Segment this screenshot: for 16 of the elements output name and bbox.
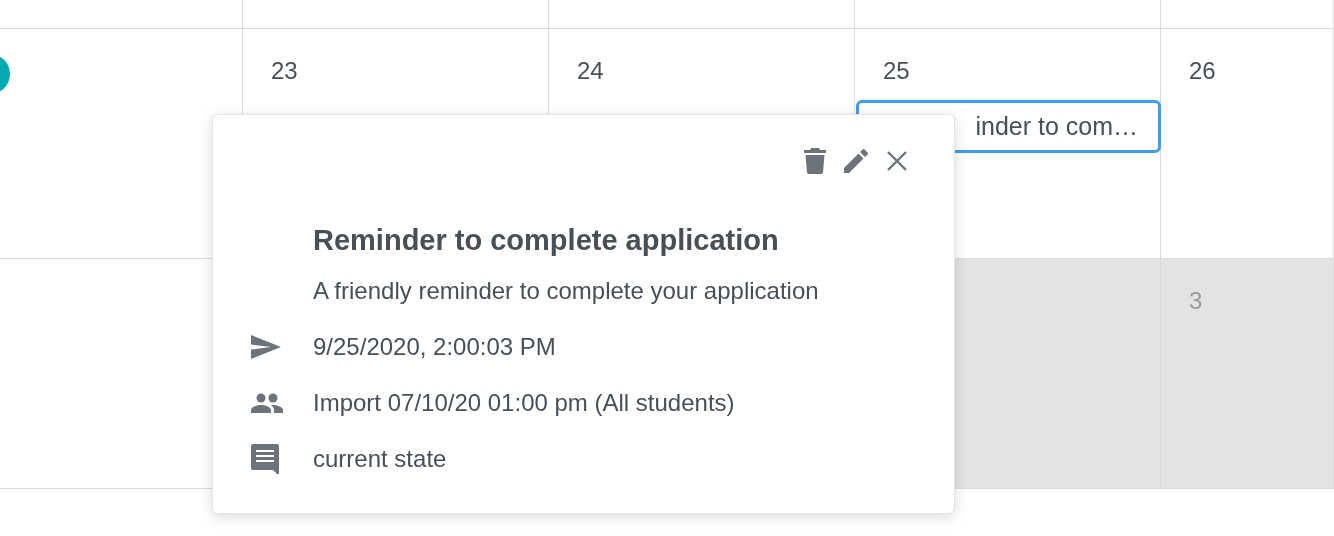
send-icon [251, 335, 281, 359]
day-number: 25 [883, 57, 910, 85]
event-description: A friendly reminder to complete your application [313, 277, 820, 305]
day-number: 3 [1189, 287, 1203, 315]
day-number: 23 [271, 57, 298, 85]
detail-text: Import 07/10/20 01:00 pm (All students) [313, 389, 735, 417]
delete-button[interactable] [804, 148, 826, 174]
detail-text: current state [313, 445, 447, 473]
event-title: Reminder to complete application [313, 223, 780, 257]
detail-text: 9/25/2020, 2:00:03 PM [313, 333, 556, 361]
people-icon [251, 393, 283, 413]
close-button[interactable] [886, 150, 908, 172]
edit-button[interactable] [844, 149, 868, 173]
day-number: 24 [577, 57, 604, 85]
day-number: 26 [1189, 57, 1216, 85]
comment-icon [251, 444, 279, 474]
